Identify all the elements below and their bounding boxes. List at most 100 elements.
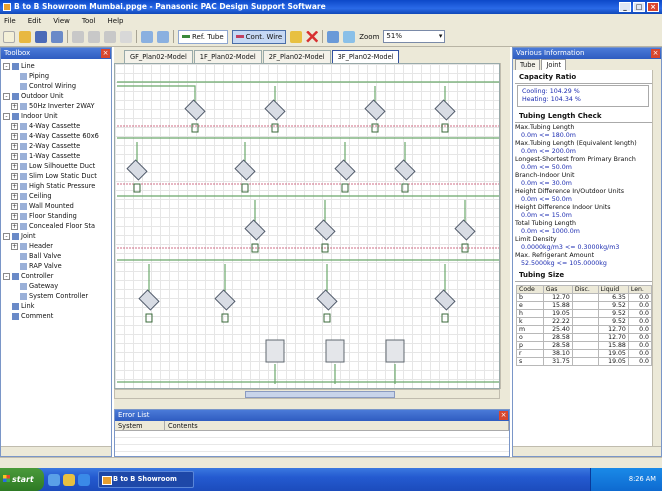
table-row[interactable]: p 28.58 15.88 0.0 <box>516 341 653 350</box>
toolbox-item[interactable]: Gateway <box>3 281 111 291</box>
remote-controller[interactable] <box>441 313 449 323</box>
indoor-unit[interactable] <box>314 219 336 241</box>
toolbox-item[interactable]: + High Static Pressure <box>3 181 111 191</box>
expand-icon[interactable]: + <box>11 222 18 230</box>
toolbox-item[interactable]: + Wall Mounted <box>3 201 111 211</box>
indoor-unit[interactable] <box>316 289 338 311</box>
remote-controller[interactable] <box>401 183 409 193</box>
tab-1f-plan[interactable]: 1F_Plan02-Model <box>193 50 262 63</box>
save-icon[interactable] <box>35 30 47 43</box>
redo-icon[interactable] <box>157 30 169 43</box>
menu-help[interactable]: Help <box>108 17 124 25</box>
expand-icon[interactable]: + <box>11 122 18 130</box>
start-button[interactable]: start <box>0 468 44 491</box>
collapse-icon[interactable]: - <box>3 272 10 280</box>
maximize-button[interactable]: □ <box>633 2 645 12</box>
indoor-unit[interactable] <box>214 289 236 311</box>
remote-controller[interactable] <box>341 183 349 193</box>
ref-tube-button[interactable]: Ref. Tube <box>178 29 228 44</box>
cut-icon[interactable] <box>72 30 84 43</box>
table-row[interactable]: r 38.10 19.05 0.0 <box>516 349 653 358</box>
paste-icon[interactable] <box>104 30 116 43</box>
toolbox-item[interactable]: - Outdoor Unit <box>3 91 111 101</box>
column-header[interactable]: Len. <box>627 285 653 294</box>
toolbox-item[interactable]: +4-Way Cassette <box>3 121 111 131</box>
zoom-select[interactable]: 51% <box>383 30 446 43</box>
show-desktop-icon[interactable] <box>48 473 60 486</box>
toolbox-item[interactable]: +2-Way Cassette <box>3 141 111 151</box>
tab-joint[interactable]: Joint <box>541 59 567 70</box>
remote-controller[interactable] <box>371 123 379 133</box>
remote-controller[interactable] <box>271 123 279 133</box>
outdoor-unit[interactable] <box>385 339 405 363</box>
expand-icon[interactable]: + <box>11 192 18 200</box>
various-close-icon[interactable]: × <box>651 49 660 58</box>
toolbox-item[interactable]: +50Hz Inverter 2WAY <box>3 101 111 111</box>
expand-icon[interactable]: + <box>11 242 18 250</box>
print-icon[interactable] <box>51 30 63 43</box>
column-header[interactable]: Liquid <box>597 285 629 294</box>
expand-icon[interactable]: + <box>11 142 18 150</box>
table-row[interactable]: b 12.70 6.35 0.0 <box>516 293 653 302</box>
toolbox-scrollbar[interactable] <box>1 446 111 456</box>
toolbox-item[interactable]: - Line <box>3 61 111 71</box>
indoor-unit[interactable] <box>434 99 456 121</box>
indoor-unit[interactable] <box>244 219 266 241</box>
toolbox-item[interactable]: Link <box>3 301 111 311</box>
menu-edit[interactable]: Edit <box>28 17 42 25</box>
table-row[interactable]: s 31.75 19.05 0.0 <box>516 357 653 366</box>
outdoor-unit[interactable] <box>265 339 285 363</box>
toolbox-item[interactable]: System Controller <box>3 291 111 301</box>
remote-controller[interactable] <box>323 313 331 323</box>
indoor-unit[interactable] <box>454 219 476 241</box>
indoor-unit[interactable] <box>126 159 148 181</box>
browser-icon[interactable] <box>78 473 90 486</box>
toolbox-item[interactable]: - Controller <box>3 271 111 281</box>
remove-icon[interactable] <box>306 30 319 43</box>
toolbox-item[interactable]: + Low Silhouette Duct <box>3 161 111 171</box>
remote-controller[interactable] <box>145 313 153 323</box>
toolbox-item[interactable]: Piping <box>3 71 111 81</box>
table-row[interactable]: k 22.22 9.52 0.0 <box>516 317 653 326</box>
tab-2f-plan[interactable]: 2F_Plan02-Model <box>262 50 331 63</box>
collapse-icon[interactable]: - <box>3 92 10 100</box>
indoor-unit[interactable] <box>184 99 206 121</box>
outdoor-unit[interactable] <box>325 339 345 363</box>
column-header[interactable]: Gas <box>542 285 573 294</box>
table-row[interactable]: o 28.58 12.70 0.0 <box>516 333 653 342</box>
toolbox-item[interactable]: Control Wiring <box>3 81 111 91</box>
tab-tube[interactable]: Tube <box>515 59 541 70</box>
collapse-icon[interactable]: - <box>3 112 10 120</box>
canvas-vertical-scrollbar[interactable] <box>500 63 510 389</box>
indoor-unit[interactable] <box>234 159 256 181</box>
remote-controller[interactable] <box>133 183 141 193</box>
toolbox-item[interactable]: + Header <box>3 241 111 251</box>
toolbox-item[interactable]: + Ceiling <box>3 191 111 201</box>
remote-controller[interactable] <box>241 183 249 193</box>
taskbar-app-button[interactable]: B to B Showroom Mu... <box>98 471 194 498</box>
expand-icon[interactable]: + <box>11 102 18 110</box>
minimize-button[interactable]: _ <box>619 2 631 12</box>
undo-icon[interactable] <box>141 30 153 43</box>
expand-icon[interactable]: + <box>11 162 18 170</box>
tab-gf-plan[interactable]: GF_Plan02-Model <box>124 50 193 63</box>
toolbox-item[interactable]: + Concealed Floor Sta <box>3 221 111 231</box>
toolbox-item[interactable]: + Slim Low Static Duct <box>3 171 111 181</box>
wire-tool-icon[interactable] <box>290 30 303 43</box>
col-system[interactable]: System <box>115 421 165 430</box>
scroll-thumb[interactable] <box>245 391 395 398</box>
collapse-icon[interactable]: - <box>3 232 10 240</box>
remote-controller[interactable] <box>441 123 449 133</box>
remote-controller[interactable] <box>221 313 229 323</box>
indoor-unit[interactable] <box>434 289 456 311</box>
various-vertical-scrollbar[interactable] <box>652 70 661 446</box>
toolbox-item[interactable]: - Joint <box>3 231 111 241</box>
toolbox-item[interactable]: RAP Valve <box>3 261 111 271</box>
canvas-horizontal-scrollbar[interactable] <box>114 389 500 399</box>
folder-icon[interactable] <box>63 473 75 486</box>
tab-3f-plan[interactable]: 3F_Plan02-Model <box>331 50 400 63</box>
remote-controller[interactable] <box>191 123 199 133</box>
table-row[interactable]: e 15.88 9.52 0.0 <box>516 301 653 310</box>
table-row[interactable]: m 25.40 12.70 0.0 <box>516 325 653 334</box>
menu-file[interactable]: File <box>4 17 16 25</box>
